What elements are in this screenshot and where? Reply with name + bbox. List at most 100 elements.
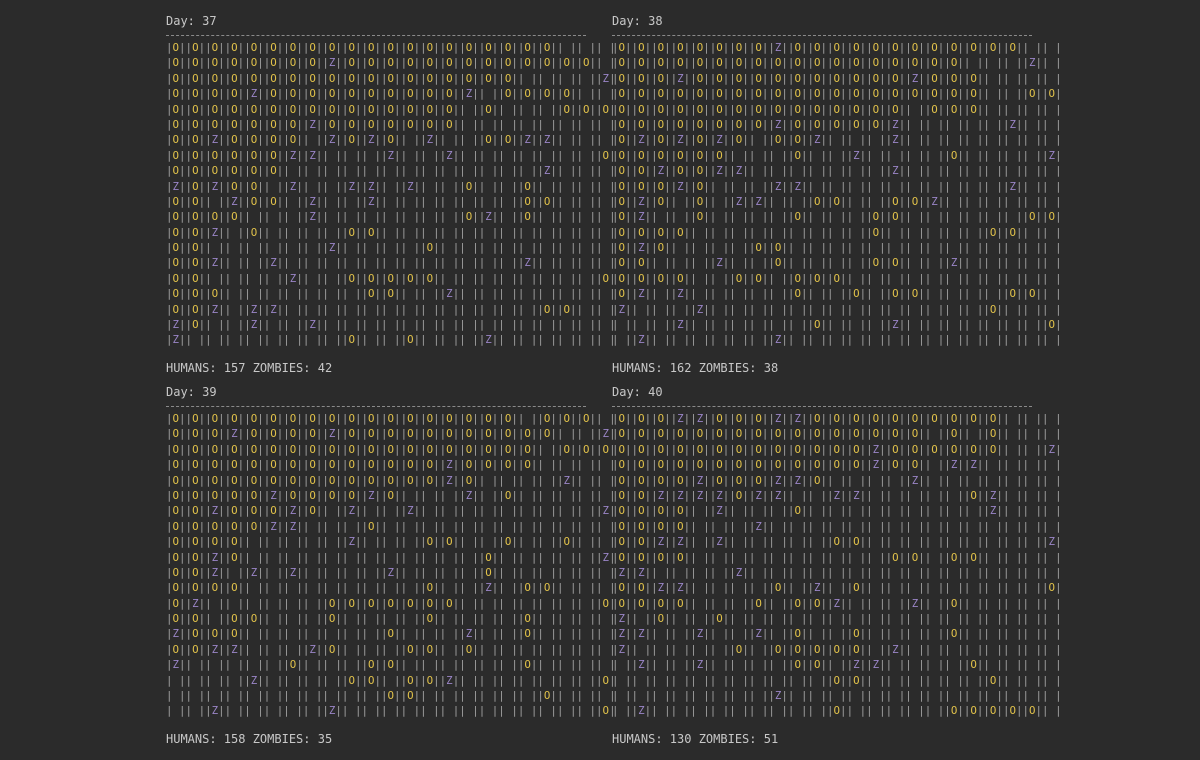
grid-row: |O||O||O||O||O||O||O||O||O||O||O||O||O||… [166,41,616,54]
grid-row: | || || || || || || || || || || ||O||O||… [612,673,1062,687]
day-label: Day: 37 [166,14,217,28]
divider [612,406,1032,407]
simulation-panel-day-38: Day: 38 |O||O||O||O||O||O||O||O||Z||O||O… [612,14,1062,375]
grid-row: |Z||O|| || ||Z|| || ||Z|| || || || || ||… [166,318,616,332]
grid-row: |O||O||O||O||Z||O||O||O||O||O||O||O||O||… [166,87,616,101]
day-label: Day: 40 [612,385,663,399]
grid-row: |O||O||Z||Z||Z||Z||O||Z||Z|| || ||Z||Z||… [612,488,1062,502]
grid-row: |O||O||Z||O||O||O||Z||O|| ||Z|| || ||Z||… [166,504,616,518]
grid-row: |O||Z||O|| ||O|| ||Z||Z|| || ||O||O|| ||… [612,194,1062,208]
simulation-panel-day-39: Day: 39 |O||O||O||O||O||O||O||O||O||O||O… [166,385,616,746]
population-stats: HUMANS: 162 ZOMBIES: 38 [612,360,779,375]
divider [612,35,1032,36]
grid-row: |O||O||O||O||O||O||O||O||O||O||O||O||O||… [166,71,616,85]
grid-row: |O||O||O||O||O||O||O||O||O||O||O||O||O||… [166,102,616,116]
world-grid: |O||O||O||O||O||O||O||O||Z||O||O||O||O||… [612,40,1062,348]
grid-row: |O||O||Z|| || ||Z|| || || || || || || ||… [166,256,616,270]
grid-row: |O||O||O||O||O||Z||O||O||O||O||Z||O|| ||… [166,488,616,502]
grid-row: |O||O||O||O|| || ||O||O|| ||O||O||O|| ||… [612,271,1062,285]
grid-row: | || || || || || || || || || || ||O||O||… [166,689,616,703]
grid-row: |O||O|| ||Z||O||O|| ||Z|| || ||Z|| || ||… [166,194,616,208]
grid-row: |O||O||O||O||O||O|| || || || || || || ||… [166,164,616,178]
grid-row: |O||O|| ||O||O|| || || ||O|| || || || ||… [166,612,616,626]
grid-row: |O||Z||O|| || || || ||O||O|| || || || ||… [612,241,1062,255]
divider [166,35,586,36]
simulation-panel-day-37: Day: 37 |O||O||O||O||O||O||O||O||O||O||O… [166,14,616,375]
grid-row: |O||O||Z|| ||Z|| ||Z|| || || || ||Z|| ||… [166,565,616,579]
grid-row: |O||O||O||O|| || || || || || || || || ||… [612,550,1062,564]
grid-row: |O||O||O||O||O||O||O||O||O||O||O||O||O||… [612,427,1062,441]
population-stats: HUMANS: 130 ZOMBIES: 51 [612,731,779,746]
grid-row: |O||O||Z|| ||Z||Z|| || || || || || || ||… [166,302,616,316]
grid-row: |Z||O||O||O|| || || || || || || ||O|| ||… [166,627,616,641]
grid-row: |O||O|| || || ||Z|| || ||O|| || || || ||… [612,256,1062,270]
grid-row: |O||O||O||O||O||O||O||O||O||O||O||O||O||… [612,87,1062,101]
grid-row: |O||O||O||O|| || || ||Z|| || || || || ||… [166,210,616,224]
grid-row: |O||O|| || || || || || ||Z|| || || || ||… [166,241,616,255]
grid-row: |O||O||O||O||O||O||O||O||O||O||O||O||O||… [166,458,616,472]
grid-row: |O||O||Z|| ||O|| || || || ||O||O|| || ||… [166,225,616,239]
grid-row: |Z||Z|| || ||Z|| || ||Z|| ||O|| || ||O||… [612,627,1062,641]
grid-row: |O||O||O||Z||O|| || || ||Z||Z|| || || ||… [612,179,1062,193]
grid-row: |O||O||O||O||O||O||O||O||O||O||O||O||O||… [612,458,1062,472]
grid-row: | || || ||Z|| || || || || || ||O|| || ||… [612,318,1062,332]
grid-row: |O||Z|| || ||O|| || || || ||O|| || || ||… [612,210,1062,224]
grid-row: |O||O|| || || || ||Z|| || ||O||O||O||O||… [166,271,616,285]
grid-row: |O||O||O||O|| || || || || || || || || ||… [612,225,1062,239]
grid-row: | || || || || || || || ||Z|| || || || ||… [612,689,1062,703]
grid-row: | || ||Z|| || || || || ||Z|| || || || ||… [166,704,616,718]
population-stats: HUMANS: 157 ZOMBIES: 42 [166,360,333,375]
grid-row: |O||Z||O||Z||O||Z||O|| ||O||O||Z|| || ||… [612,133,1062,147]
grid-row: |O||O||O||O||O||O||O||O||O||O||O||O||O||… [612,102,1062,116]
grid-row: |O||O||O||O||O||O|| || || ||O|| || ||Z||… [612,148,1062,162]
grid-row: |O||O||Z||O||O||O||O|| ||Z||O||Z||O|| ||… [166,133,616,147]
grid-row: |O||O||O||O||O||O||O||Z||O||O||O||O||O||… [166,117,616,131]
grid-row: |Z|| ||O|| || ||O|| || || || || || || ||… [612,612,1062,626]
grid-row: |O||O||O||O||O||O||O||O||Z||O||O||O||O||… [612,41,1062,54]
simulation-panel-day-40: Day: 40 |O||O||O||Z||Z||O||O||O||Z||Z||O… [612,385,1062,746]
grid-row: |O||O||O||O||O||Z||Z|| || || ||O|| || ||… [166,519,616,533]
grid-row: |O||O||O||O||O||O||O||O||Z||O||O||O||O||… [166,56,616,70]
grid-row: |O||O||O|| || || || || || || ||O||O|| ||… [166,287,616,301]
grid-row: |Z|| || || ||Z|| || || || || || || || ||… [612,302,1062,316]
grid-row: |O||O||Z||Z|| || || || ||O|| ||Z|| ||O||… [612,581,1062,595]
grid-row: |Z||O||Z||O||O|| ||Z|| || ||Z||Z|| ||Z||… [166,179,616,193]
grid-row: |Z|| || || || || ||O|| || || ||O||O|| ||… [166,658,616,672]
grid-row: | || || || ||Z|| || || || ||O||O|| ||O||… [166,673,616,687]
divider [166,406,586,407]
grid-row: |O||O||O||Z||O||O||O||O||O||O||O||O||O||… [612,71,1062,85]
grid-row: |O||O||O||O||O||O||O||O||O||O||O||O||O||… [166,412,616,425]
grid-row: |O||O||O||O|| || || || || || || || || ||… [166,581,616,595]
grid-row: |O||O||O||O||O||O||O||O||Z||O||O||O||O||… [612,117,1062,131]
grid-row: |O||O||O||O||O||O||O||O||O||O||O||O||O||… [166,473,616,487]
grid-row: |O||O||O||O|| || || ||O|| ||O||O||Z|| ||… [612,596,1062,610]
grid-row: |O||O||O||O||O||O||O||O||O||O||O||O||O||… [612,442,1062,456]
grid-row: |Z|| || || || || || || || ||O|| || ||O||… [166,333,616,347]
grid-row: |O||O||O||O|| || || ||Z|| || || || || ||… [612,519,1062,533]
grid-row: |O||O||Z||O|| || || || || || || || || ||… [166,550,616,564]
grid-row: |O||O||Z||Z|| || || ||Z||O|| || || ||O||… [166,642,616,656]
world-grid: |O||O||O||Z||Z||O||O||O||Z||Z||O||O||O||… [612,411,1062,719]
population-stats: HUMANS: 158 ZOMBIES: 35 [166,731,333,746]
world-grid: |O||O||O||O||O||O||O||O||O||O||O||O||O||… [166,411,616,719]
grid-row: | ||Z|| || ||Z|| || || || ||O||O|| ||Z||… [612,658,1062,672]
grid-row: |O||O||O||O|| || || || || ||Z|| || || ||… [166,535,616,549]
grid-row: |O||O||O||O||Z||O||O||O||Z||Z||O|| || ||… [612,473,1062,487]
grid-row: |O||O||O||O||O||O||O||O||O||O||O||O||O||… [612,56,1062,70]
grid-row: |O||O||O||O||O||O||Z||Z|| || || ||Z|| ||… [166,148,616,162]
grid-row: | ||Z|| || || || || || || || || ||O|| ||… [612,704,1062,718]
grid-row: |O||O||O||Z||O||O||O||O||Z||O||O||O||O||… [166,427,616,441]
world-grid: |O||O||O||O||O||O||O||O||O||O||O||O||O||… [166,40,616,348]
grid-row: |O||O||Z||O||O||Z||Z|| || || || || || ||… [612,164,1062,178]
grid-row: |O||O||O||Z||Z||O||O||O||Z||Z||O||O||O||… [612,412,1062,425]
grid-row: |O||Z|| ||Z|| || || || || ||O|| || ||O||… [612,287,1062,301]
grid-row: | ||Z|| || || || || || ||Z|| || || || ||… [612,333,1062,347]
day-label: Day: 38 [612,14,663,28]
grid-row: |O||O||O||O|| ||Z|| || || ||O|| || || ||… [612,504,1062,518]
grid-row: |Z|| || || || || ||O|| ||O||O||O||O||O||… [612,642,1062,656]
grid-row: |Z||Z|| || || || ||Z|| || || || || || ||… [612,565,1062,579]
day-label: Day: 39 [166,385,217,399]
grid-row: |O||Z|| || || || || || ||O||O||O||O||O||… [166,596,616,610]
grid-row: |O||O||O||O||O||O||O||O||O||O||O||O||O||… [166,442,616,456]
grid-row: |O||O||Z||Z|| ||Z|| || || || || ||O||O||… [612,535,1062,549]
